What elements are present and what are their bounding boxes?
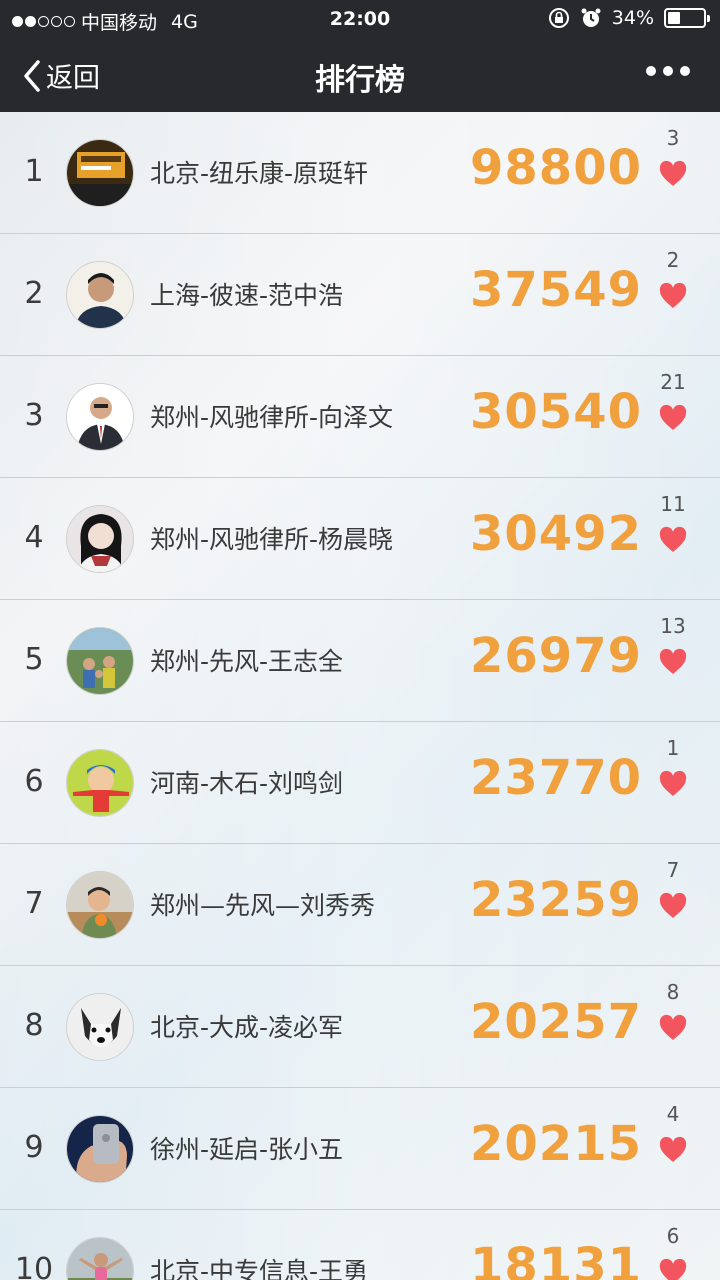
participant-name: 徐州-延启-张小五 bbox=[150, 1135, 344, 1164]
score-value: 98800 bbox=[470, 140, 642, 196]
like-count: 8 bbox=[666, 980, 680, 1004]
lock-rotation-icon bbox=[548, 8, 569, 28]
ranking-row[interactable]: 2 上海-彼速-范中浩 37549 2 bbox=[0, 234, 720, 356]
score-value: 18131 bbox=[470, 1238, 642, 1280]
avatar-dog bbox=[67, 994, 133, 1060]
ranking-row[interactable]: 9 徐州-延启-张小五 20215 4 bbox=[0, 1088, 720, 1210]
ranking-row[interactable]: 8 北京-大成-凌必军 20257 8 bbox=[0, 966, 720, 1088]
ranking-row[interactable]: 10 北京-中专信息-王勇 18131 6 bbox=[0, 1210, 720, 1280]
battery-icon bbox=[664, 8, 710, 28]
ranking-row[interactable]: 7 郑州—先风—刘秀秀 23259 7 bbox=[0, 844, 720, 966]
nav-bar: 返回 排行榜 bbox=[0, 38, 720, 112]
rank-number: 5 bbox=[24, 642, 44, 677]
heart-icon[interactable] bbox=[658, 1258, 688, 1280]
battery-percent: 34% bbox=[611, 7, 654, 29]
participant-name: 北京-中专信息-王勇 bbox=[150, 1257, 369, 1280]
heart-icon[interactable] bbox=[658, 770, 688, 798]
heart-icon[interactable] bbox=[658, 160, 688, 188]
avatar[interactable] bbox=[66, 993, 134, 1061]
score-value: 37549 bbox=[470, 262, 642, 318]
avatar-group bbox=[67, 628, 133, 694]
ranking-list: 1 北京-纽乐康-原珽轩 98800 3 2 上海-彼速-范中浩 37549 2 3 郑州-风驰律… bbox=[0, 112, 720, 1280]
rank-number: 9 bbox=[24, 1130, 44, 1165]
avatar-outdoor bbox=[67, 1238, 133, 1280]
ranking-row[interactable]: 4 郑州-风驰律所-杨晨晓 30492 11 bbox=[0, 478, 720, 600]
alarm-icon bbox=[581, 8, 601, 27]
ranking-row[interactable]: 5 郑州-先风-王志全 26979 13 bbox=[0, 600, 720, 722]
like-count: 13 bbox=[660, 614, 686, 638]
like-count: 7 bbox=[666, 858, 680, 882]
avatar-child bbox=[67, 872, 133, 938]
ranking-row[interactable]: 3 郑州-风驰律所-向泽文 30540 21 bbox=[0, 356, 720, 478]
heart-icon[interactable] bbox=[658, 526, 688, 554]
avatar[interactable] bbox=[66, 749, 134, 817]
score-value: 23259 bbox=[470, 872, 642, 928]
status-right: 34% bbox=[548, 7, 710, 29]
avatar[interactable] bbox=[66, 505, 134, 573]
rank-number: 10 bbox=[14, 1252, 54, 1280]
heart-icon[interactable] bbox=[658, 1136, 688, 1164]
avatar[interactable] bbox=[66, 871, 134, 939]
heart-icon[interactable] bbox=[658, 1014, 688, 1042]
status-bar: 中国移动 4G 22:00 34% bbox=[0, 0, 720, 38]
avatar[interactable] bbox=[66, 1115, 134, 1183]
avatar[interactable] bbox=[66, 139, 134, 207]
rank-number: 7 bbox=[24, 886, 44, 921]
heart-icon[interactable] bbox=[658, 892, 688, 920]
participant-name: 郑州-先风-王志全 bbox=[150, 647, 344, 676]
score-value: 20215 bbox=[470, 1116, 642, 1172]
heart-icon[interactable] bbox=[658, 282, 688, 310]
avatar-man bbox=[67, 262, 133, 328]
score-value: 30540 bbox=[470, 384, 642, 440]
participant-name: 北京-大成-凌必军 bbox=[150, 1013, 344, 1042]
participant-name: 河南-木石-刘鸣剑 bbox=[150, 769, 344, 798]
like-count: 4 bbox=[666, 1102, 680, 1126]
rank-number: 3 bbox=[24, 398, 44, 433]
avatar[interactable] bbox=[66, 1237, 134, 1280]
like-count: 6 bbox=[666, 1224, 680, 1248]
score-value: 30492 bbox=[470, 506, 642, 562]
avatar-cartoon bbox=[67, 750, 133, 816]
participant-name: 北京-纽乐康-原珽轩 bbox=[150, 159, 369, 188]
rank-number: 1 bbox=[24, 154, 44, 189]
participant-name: 郑州—先风—刘秀秀 bbox=[150, 891, 376, 920]
avatar[interactable] bbox=[66, 383, 134, 451]
participant-name: 郑州-风驰律所-杨晨晓 bbox=[150, 525, 394, 554]
score-value: 20257 bbox=[470, 994, 642, 1050]
ranking-row[interactable]: 1 北京-纽乐康-原珽轩 98800 3 bbox=[0, 112, 720, 234]
heart-icon[interactable] bbox=[658, 404, 688, 432]
avatar-suit bbox=[67, 384, 133, 450]
avatar[interactable] bbox=[66, 261, 134, 329]
avatar[interactable] bbox=[66, 627, 134, 695]
rank-number: 2 bbox=[24, 276, 44, 311]
ranking-row[interactable]: 6 河南-木石-刘鸣剑 23770 1 bbox=[0, 722, 720, 844]
rank-number: 6 bbox=[24, 764, 44, 799]
more-icon[interactable] bbox=[646, 66, 690, 76]
score-value: 23770 bbox=[470, 750, 642, 806]
page-title: 排行榜 bbox=[315, 63, 405, 98]
avatar-sign bbox=[67, 140, 133, 206]
like-count: 1 bbox=[666, 736, 680, 760]
score-value: 26979 bbox=[470, 628, 642, 684]
like-count: 2 bbox=[666, 248, 680, 272]
rank-number: 8 bbox=[24, 1008, 44, 1043]
avatar-woman bbox=[67, 506, 133, 572]
avatar-hand bbox=[67, 1116, 133, 1182]
heart-icon[interactable] bbox=[658, 648, 688, 676]
participant-name: 郑州-风驰律所-向泽文 bbox=[150, 403, 394, 432]
like-count: 11 bbox=[660, 492, 686, 516]
like-count: 21 bbox=[660, 370, 686, 394]
like-count: 3 bbox=[666, 126, 680, 150]
rank-number: 4 bbox=[24, 520, 44, 555]
participant-name: 上海-彼速-范中浩 bbox=[150, 281, 344, 310]
